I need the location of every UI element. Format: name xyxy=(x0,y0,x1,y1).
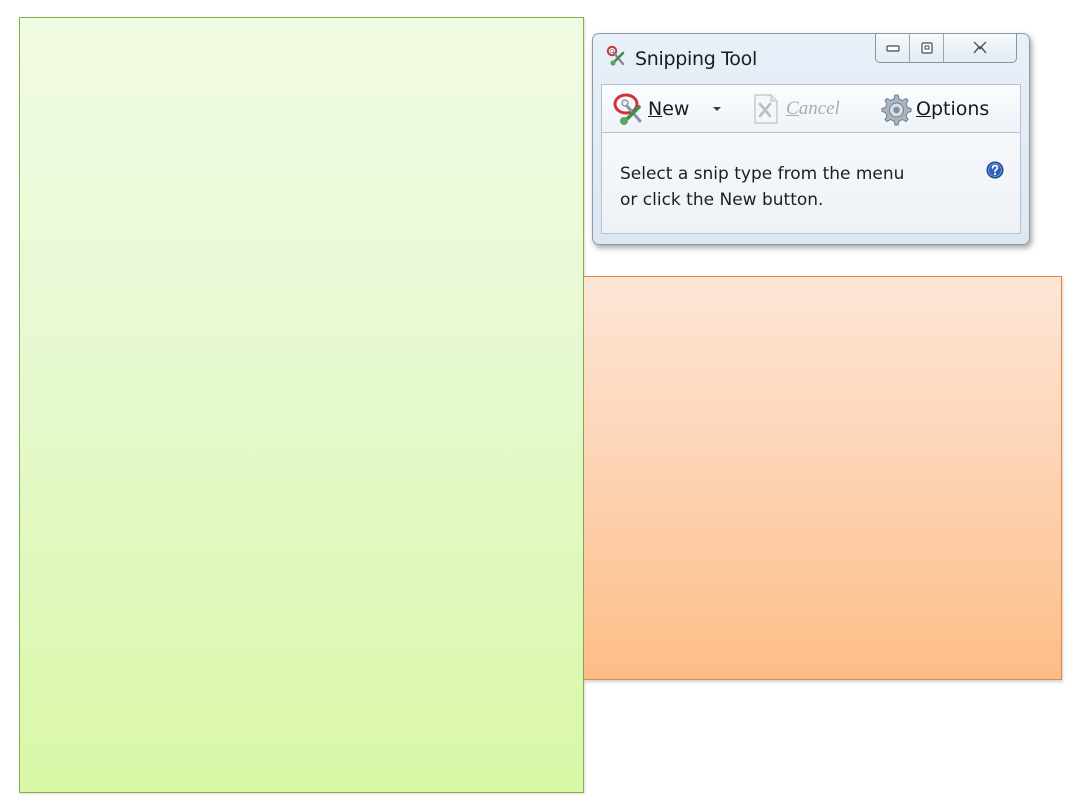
new-label-rest: ew xyxy=(662,98,690,120)
title-bar[interactable]: Snipping Tool xyxy=(593,34,1029,78)
toolbar: New Cancel Options xyxy=(601,84,1021,132)
instruction-line-1: Select a snip type from the menu xyxy=(620,164,905,184)
close-icon xyxy=(973,41,987,54)
instruction-line-2: or click the New button. xyxy=(620,190,824,210)
scissors-app-icon xyxy=(606,45,625,66)
minimize-icon xyxy=(885,45,900,52)
new-button[interactable]: New xyxy=(612,85,689,133)
options-label-rest: ptions xyxy=(930,98,990,120)
message-area: Select a snip type from the menu or clic… xyxy=(601,132,1021,234)
cancel-label-rest: ancel xyxy=(798,98,840,119)
snipping-tool-window: Snipping Tool New Cancel Options Select … xyxy=(592,33,1030,245)
new-button-label: New xyxy=(648,98,689,120)
maximize-button[interactable] xyxy=(910,34,944,62)
caption-buttons xyxy=(875,34,1017,63)
new-accelerator: N xyxy=(648,98,663,120)
options-button[interactable]: Options xyxy=(878,85,989,133)
close-button[interactable] xyxy=(944,34,1016,62)
new-dropdown-button[interactable] xyxy=(712,85,722,133)
options-accelerator: O xyxy=(916,98,931,120)
cancel-icon xyxy=(754,94,778,124)
gear-icon xyxy=(881,94,912,126)
maximize-icon xyxy=(920,42,933,54)
new-snip-icon xyxy=(613,93,642,125)
desktop-canvas: Snipping Tool New Cancel Options Select … xyxy=(0,0,1080,810)
green-rectangle xyxy=(19,17,584,793)
minimize-button[interactable] xyxy=(876,34,910,62)
cancel-accelerator: C xyxy=(786,98,799,119)
cancel-button-label: Cancel xyxy=(786,98,840,120)
dropdown-arrow-icon xyxy=(713,107,721,111)
orange-rectangle xyxy=(584,276,1062,680)
cancel-button[interactable]: Cancel xyxy=(752,85,840,133)
options-button-label: Options xyxy=(916,98,989,120)
window-title: Snipping Tool xyxy=(635,48,757,70)
instruction-text: Select a snip type from the menu or clic… xyxy=(620,161,960,213)
help-icon[interactable] xyxy=(986,161,1004,179)
